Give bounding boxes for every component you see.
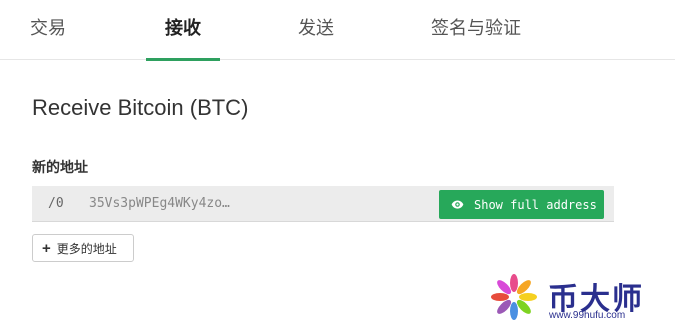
address-path: /0 [48,196,64,211]
address-value[interactable]: 35Vs3pWPEg4WKy4zo… [89,186,230,222]
show-full-address-label: Show full address [474,197,597,212]
tab-receive[interactable]: 接收 [146,0,220,61]
address-row: /0 35Vs3pWPEg4WKy4zo… Show full address [32,186,614,222]
tab-sign-verify[interactable]: 签名与验证 [416,0,536,60]
flower-logo-icon [491,274,537,320]
watermark-url: www.99hufu.com [549,310,626,321]
watermark: 币大师 www.99hufu.com [486,272,671,322]
eye-icon [451,200,464,209]
tab-bar: 交易 接收 发送 签名与验证 [0,0,675,61]
new-address-label: 新的地址 [32,159,88,175]
show-full-address-button[interactable]: Show full address [439,190,604,219]
plus-icon: + [42,239,51,257]
tab-transactions[interactable]: 交易 [18,0,78,60]
tab-send[interactable]: 发送 [286,0,346,60]
more-addresses-label: 更多的地址 [56,241,117,256]
page-title: Receive Bitcoin (BTC) [32,95,249,120]
more-addresses-button[interactable]: + 更多的地址 [32,234,134,262]
